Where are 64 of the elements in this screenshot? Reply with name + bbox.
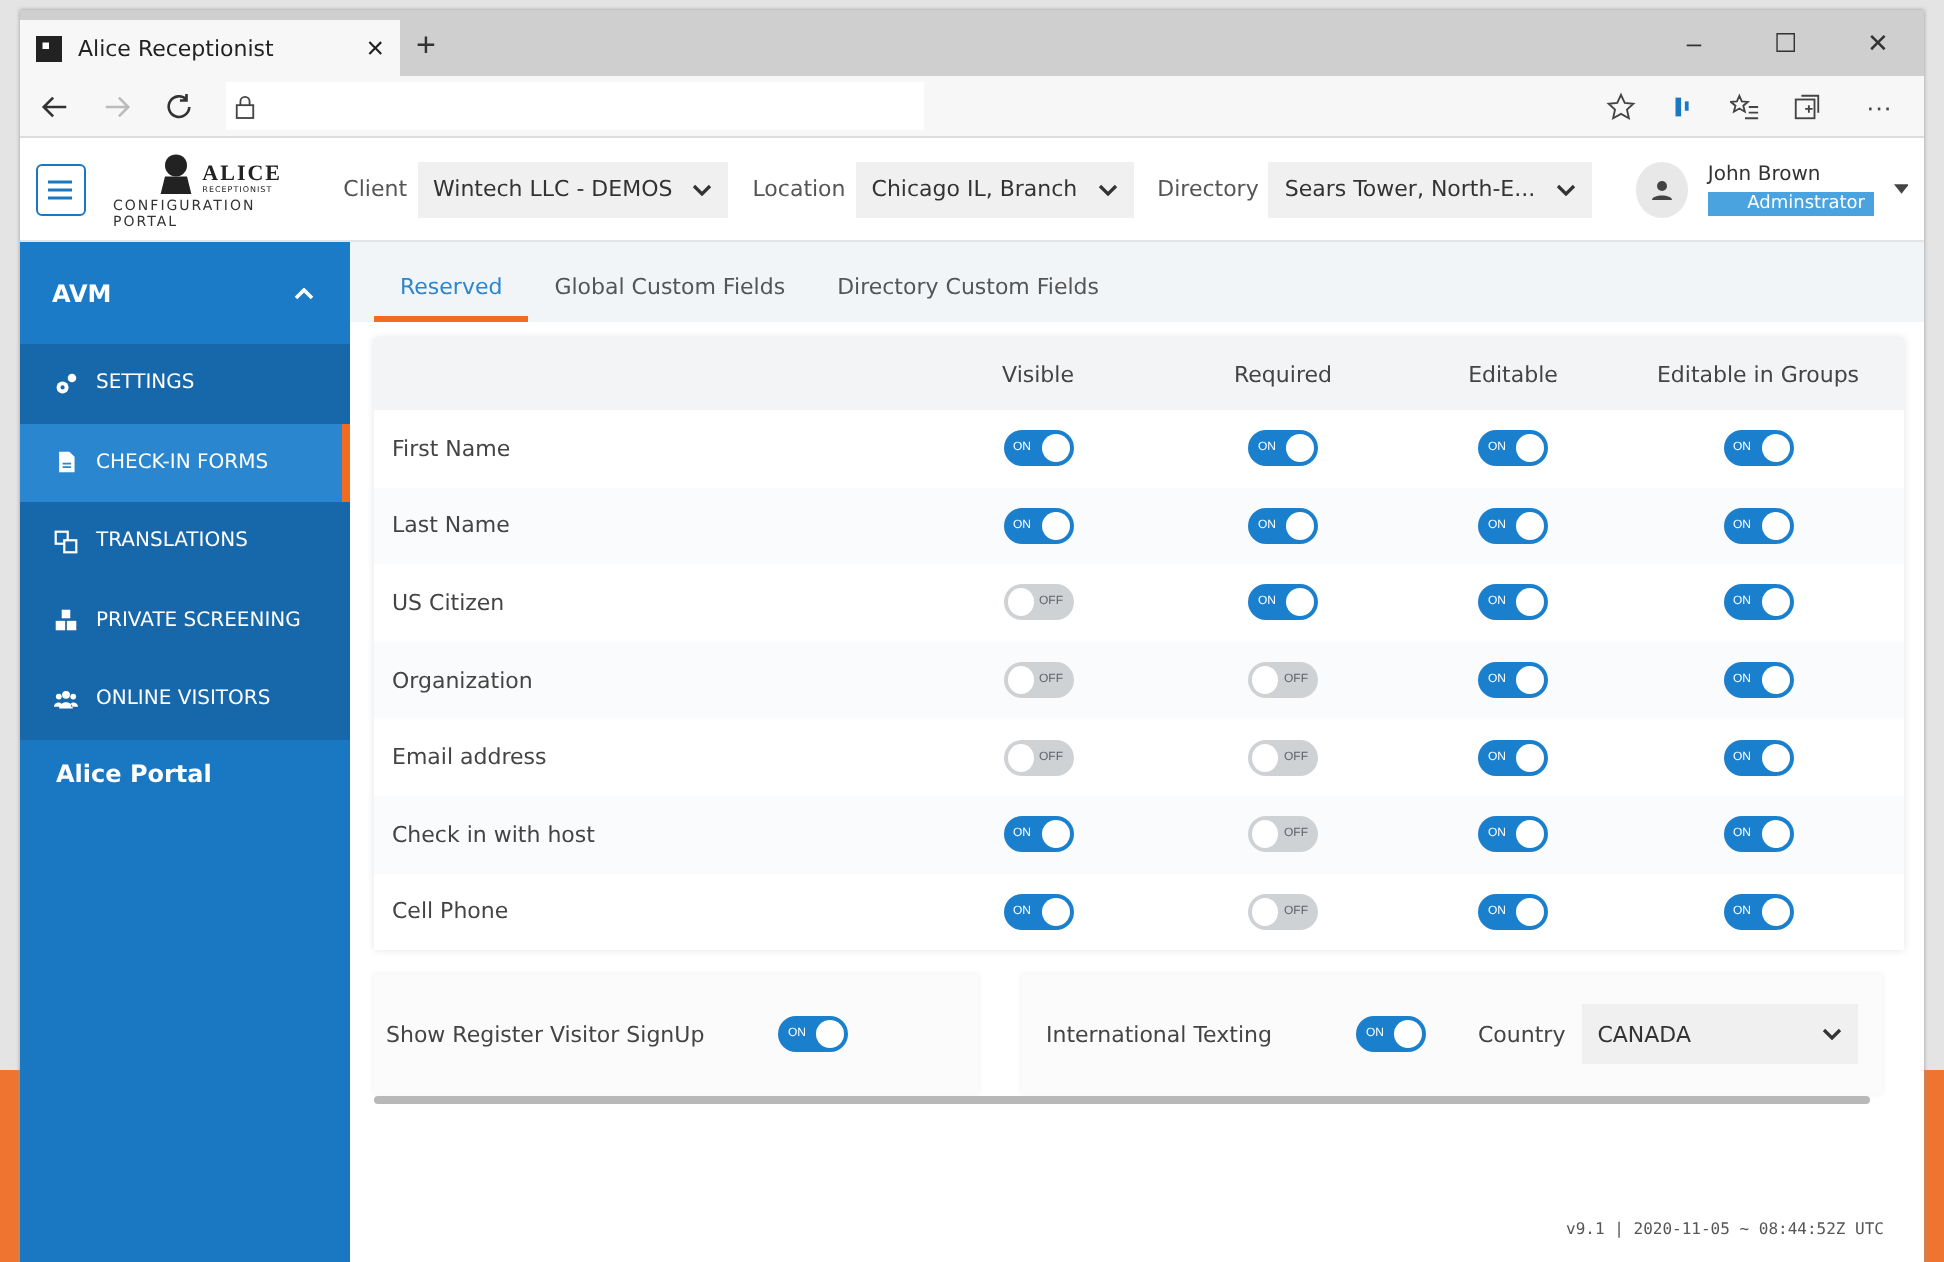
- filter-dropdown[interactable]: Wintech LLC - DEMOS: [417, 161, 729, 217]
- filter-label: Directory: [1157, 176, 1259, 202]
- page-tab[interactable]: Reserved: [374, 258, 529, 322]
- version-text: v9.1 | 2020-11-05 ~ 08:44:52Z UTC: [1566, 1220, 1884, 1238]
- sidebar-item[interactable]: TRANSLATIONS: [20, 502, 350, 581]
- column-header: Visible: [1000, 361, 1076, 387]
- menu-icon: [48, 179, 73, 199]
- menu-button[interactable]: [36, 163, 86, 215]
- page-tab[interactable]: Global Custom Fields: [528, 258, 812, 322]
- sidebar-link[interactable]: Alice Portal: [20, 739, 350, 807]
- field-name: US Citizen: [390, 589, 507, 616]
- window-control-button[interactable]: –: [1648, 10, 1740, 76]
- star-icon[interactable]: [1606, 91, 1636, 121]
- country-label: Country: [1478, 1021, 1566, 1048]
- column-header: Required: [1232, 361, 1334, 387]
- user-name: John Brown: [1707, 163, 1823, 185]
- chevron-down-icon: [692, 183, 713, 195]
- lock-icon: [234, 93, 256, 119]
- window-control-button[interactable]: ✕: [1832, 10, 1924, 76]
- new-tab-button[interactable]: +: [400, 16, 452, 76]
- sidebar-item[interactable]: SETTINGS: [20, 344, 350, 423]
- browser-tab[interactable]: Alice Receptionist ×: [20, 20, 400, 76]
- option-label: International Texting: [1046, 1021, 1274, 1048]
- field-name: Email address: [390, 744, 549, 771]
- sidebar-item[interactable]: ONLINE VISITORS: [20, 660, 350, 739]
- collections-icon[interactable]: [1792, 91, 1822, 121]
- favorites-icon[interactable]: [1730, 91, 1760, 121]
- sidebar-section-header[interactable]: AVM: [20, 242, 350, 344]
- window-control-button[interactable]: ☐: [1740, 10, 1832, 76]
- filter-label: Location: [752, 176, 846, 202]
- page-tab[interactable]: Directory Custom Fields: [811, 258, 1126, 322]
- filter-dropdown[interactable]: Sears Tower, North-E...: [1268, 161, 1592, 217]
- boxes-icon: [54, 608, 78, 633]
- role-badge: Adminstrator: [1707, 191, 1873, 215]
- field-name: First Name: [390, 435, 513, 462]
- column-header: Editable in Groups: [1654, 361, 1862, 387]
- chevron-down-icon: [1097, 183, 1118, 195]
- filter-label: Client: [343, 176, 408, 202]
- field-name: Cell Phone: [390, 898, 511, 925]
- close-tab-button[interactable]: ×: [366, 31, 384, 65]
- chevron-down-icon: [1555, 183, 1576, 195]
- refresh-icon[interactable]: [164, 91, 194, 121]
- filter-dropdown[interactable]: Chicago IL, Branch: [855, 161, 1134, 217]
- tab-title: Alice Receptionist: [78, 35, 276, 61]
- chevron-down-icon: [1822, 1028, 1842, 1041]
- column-header: Editable: [1466, 361, 1560, 387]
- logo-wordmark: ALICE: [202, 163, 283, 185]
- sidebar-item[interactable]: CHECK-IN FORMS: [20, 423, 350, 502]
- site-icon: [36, 35, 62, 61]
- people-icon: [54, 687, 78, 712]
- option-label: Show Register Visitor SignUp: [386, 1021, 707, 1048]
- caret-icon[interactable]: [1893, 184, 1909, 194]
- scrollbar[interactable]: [374, 1096, 1870, 1105]
- back-icon[interactable]: [40, 91, 70, 121]
- more-button[interactable]: ···: [1854, 91, 1904, 121]
- sidebar-item[interactable]: PRIVATE SCREENING: [20, 581, 350, 660]
- document-icon: [54, 450, 78, 475]
- gears-icon: [54, 371, 78, 396]
- field-name: Last Name: [390, 512, 512, 539]
- country-dropdown[interactable]: CANADA: [1581, 1004, 1858, 1065]
- avatar-icon[interactable]: [1635, 161, 1688, 217]
- field-name: Check in with host: [390, 821, 597, 848]
- translate-icon: [54, 529, 78, 554]
- field-name: Organization: [390, 667, 535, 694]
